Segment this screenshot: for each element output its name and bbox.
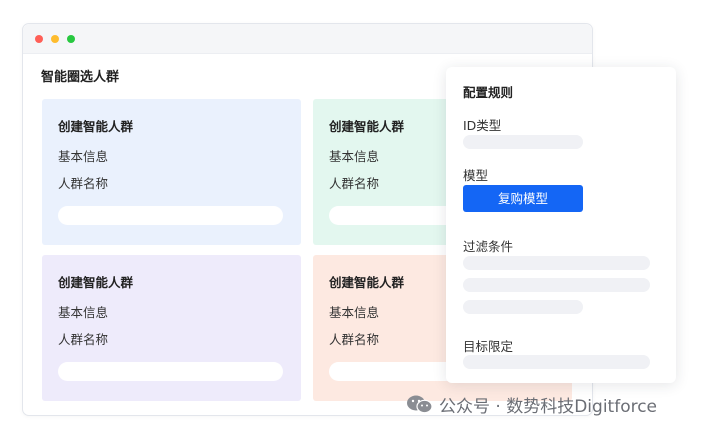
- panel-title: 配置规则: [463, 85, 514, 100]
- id-type-label: ID类型: [463, 118, 502, 133]
- card-basic-info-label: 基本信息: [58, 305, 109, 320]
- maximize-window-button[interactable]: [67, 35, 75, 43]
- id-type-select[interactable]: [463, 135, 583, 149]
- target-limit-label: 目标限定: [463, 339, 514, 354]
- filter-condition-field-1[interactable]: [463, 256, 650, 270]
- watermark-text: 公众号 · 数势科技Digitforce: [439, 396, 658, 417]
- model-label: 模型: [463, 168, 489, 183]
- repurchase-model-button[interactable]: 复购模型: [463, 185, 583, 212]
- segment-name-input[interactable]: [58, 206, 283, 225]
- config-rules-panel: 配置规则 ID类型 模型 复购模型 过滤条件 目标限定: [446, 67, 676, 383]
- watermark: 公众号 · 数势科技Digitforce: [405, 392, 658, 417]
- card-segment-name-label: 人群名称: [58, 332, 109, 347]
- segment-name-input[interactable]: [58, 362, 283, 381]
- card-title: 创建智能人群: [58, 119, 134, 134]
- filter-condition-field-3[interactable]: [463, 300, 583, 314]
- card-basic-info-label: 基本信息: [329, 305, 380, 320]
- target-limit-field[interactable]: [463, 355, 650, 369]
- wechat-icon: [407, 395, 433, 414]
- minimize-window-button[interactable]: [51, 35, 59, 43]
- card-segment-name-label: 人群名称: [329, 176, 380, 191]
- card-create-segment-1[interactable]: 创建智能人群 基本信息 人群名称: [42, 99, 301, 245]
- card-create-segment-3[interactable]: 创建智能人群 基本信息 人群名称: [42, 255, 301, 401]
- page-title: 智能圈选人群: [41, 70, 120, 85]
- filter-condition-field-2[interactable]: [463, 278, 650, 292]
- window-titlebar: [23, 24, 592, 54]
- filter-conditions-label: 过滤条件: [463, 239, 514, 254]
- card-title: 创建智能人群: [329, 119, 405, 134]
- card-basic-info-label: 基本信息: [58, 149, 109, 164]
- card-basic-info-label: 基本信息: [329, 149, 380, 164]
- card-segment-name-label: 人群名称: [58, 176, 109, 191]
- close-window-button[interactable]: [35, 35, 43, 43]
- card-title: 创建智能人群: [58, 275, 134, 290]
- card-segment-name-label: 人群名称: [329, 332, 380, 347]
- card-title: 创建智能人群: [329, 275, 405, 290]
